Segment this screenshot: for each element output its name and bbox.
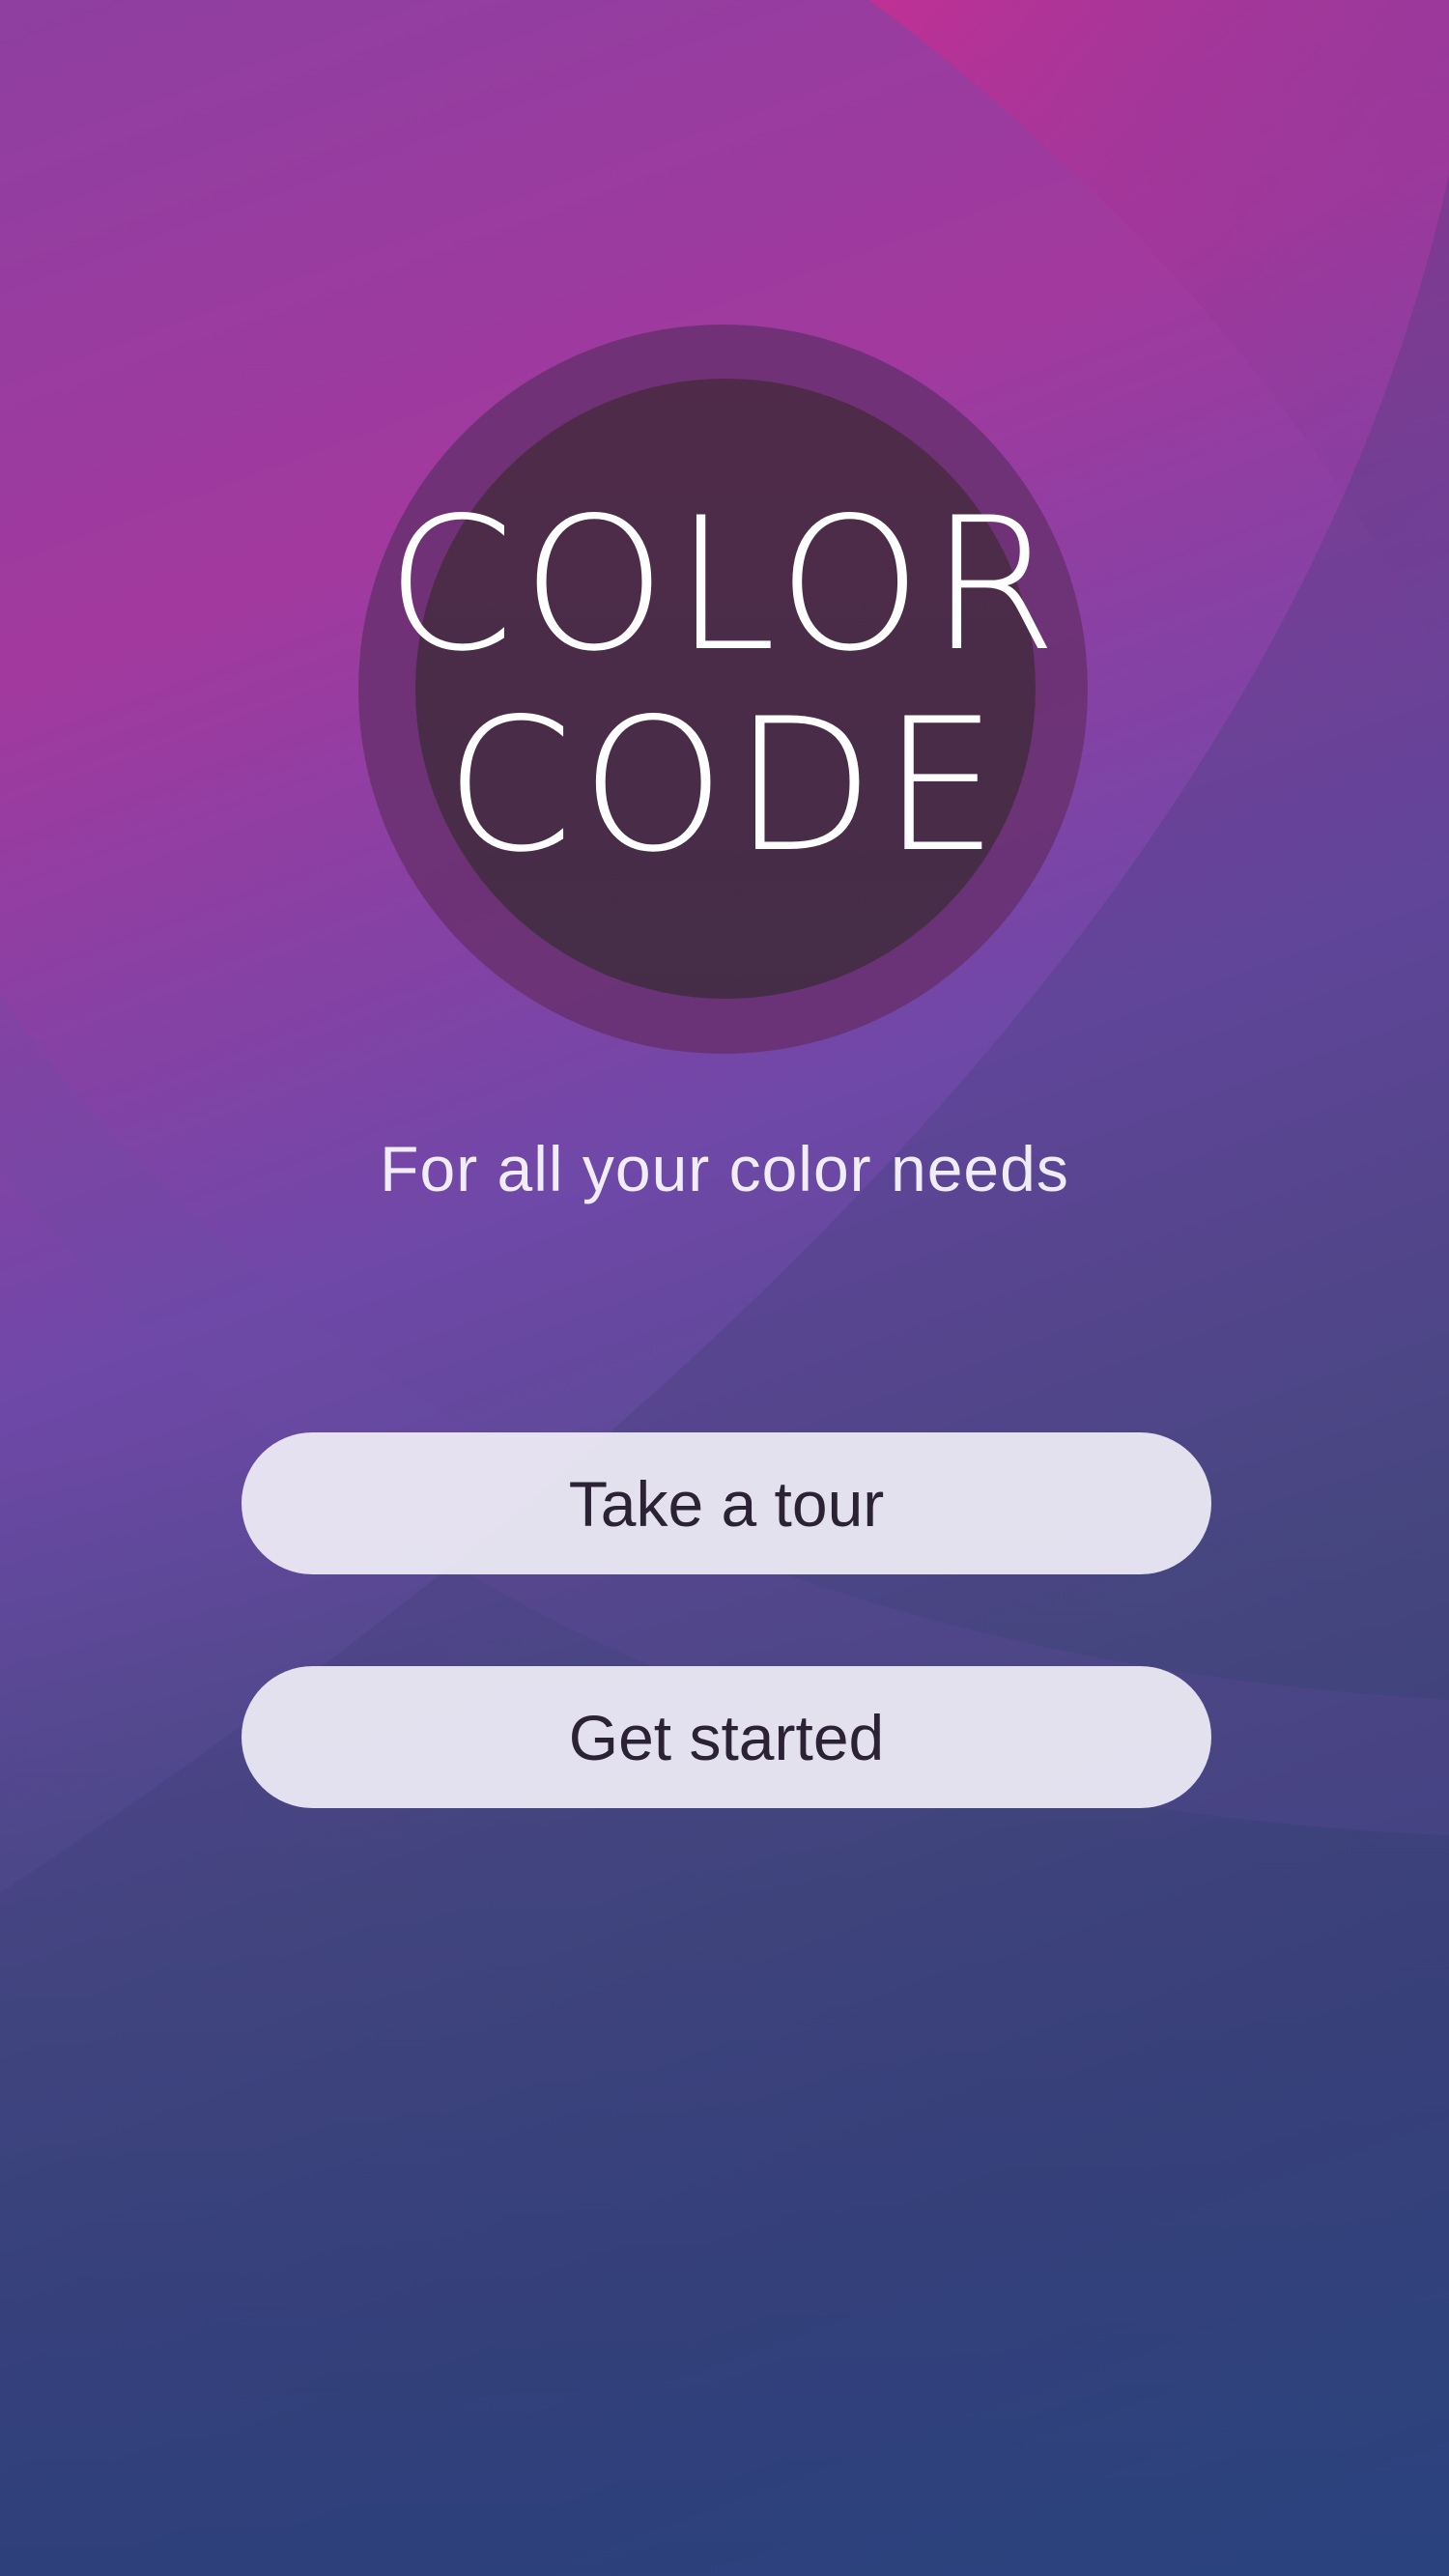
app-logo: Color Code	[386, 379, 1058, 999]
get-started-button[interactable]: Get started	[242, 1666, 1211, 1808]
logo-word-code: Code	[444, 679, 1007, 892]
take-a-tour-button[interactable]: Take a tour	[242, 1432, 1211, 1574]
logo-word-color: Color	[385, 478, 1065, 692]
tagline: For all your color needs	[380, 1133, 1069, 1204]
